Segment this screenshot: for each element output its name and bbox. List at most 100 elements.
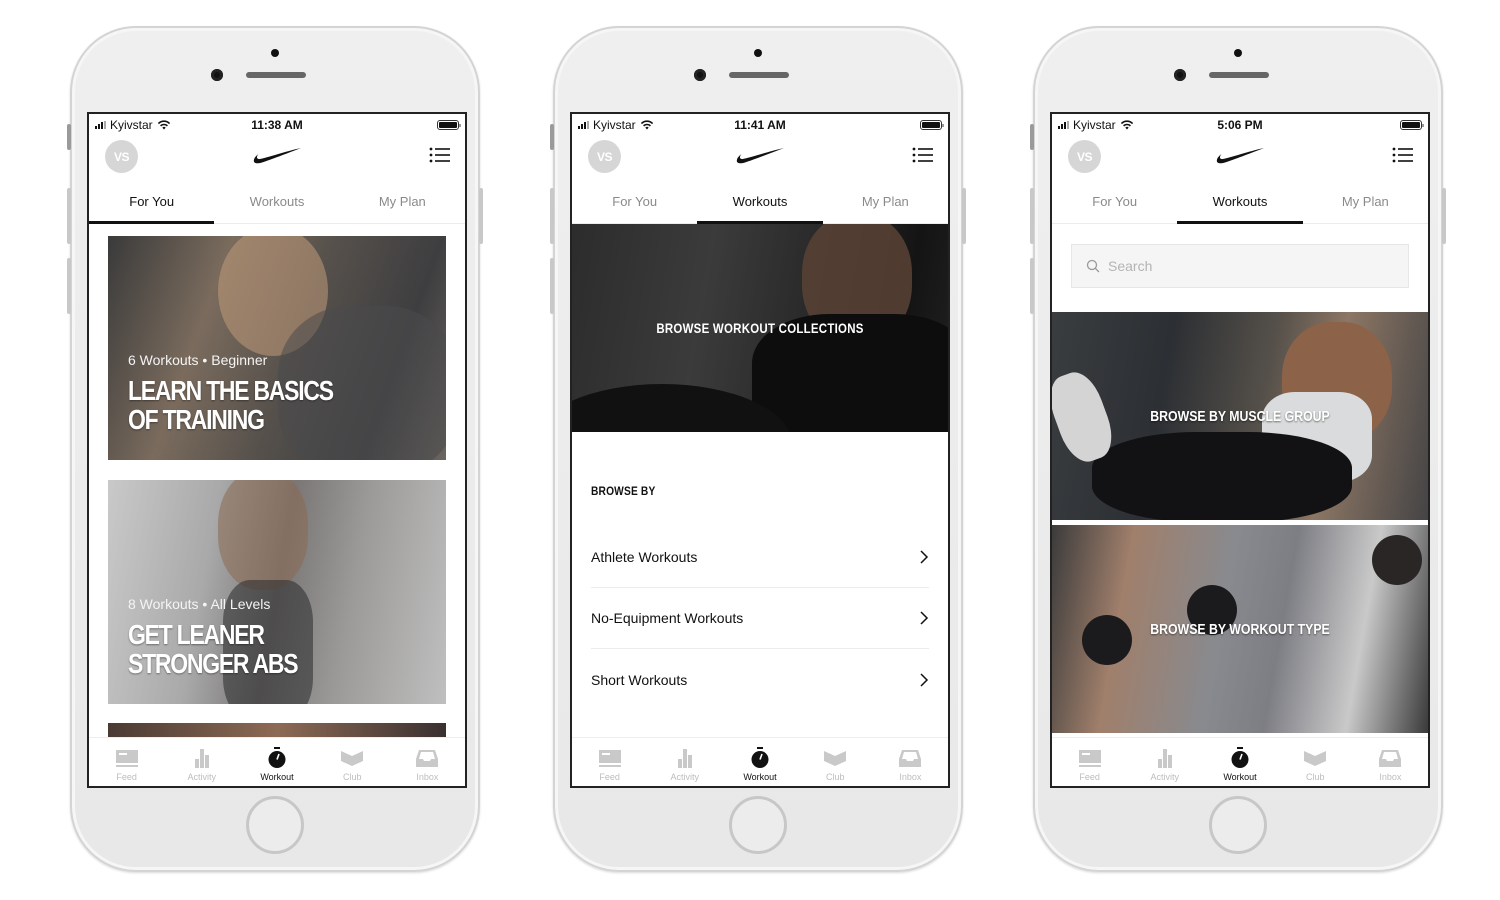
banner-label: BROWSE BY MUSCLE GROUP: [1150, 408, 1330, 425]
program-card[interactable]: 8 Workouts • All Levels GET LEANER STRON…: [108, 480, 446, 704]
tabbar-label: Inbox: [416, 772, 439, 782]
tabbar-label: Club: [342, 772, 362, 782]
tab-workouts[interactable]: Workouts: [697, 182, 823, 224]
top-tabs: For You Workouts My Plan: [572, 182, 948, 224]
card-photo: [218, 480, 308, 590]
program-card[interactable]: [108, 723, 446, 737]
feed-icon: [1078, 750, 1101, 767]
bottom-tab-bar: Feed Activity Workout Club Inbox: [572, 737, 948, 786]
tab-for-you[interactable]: For You: [89, 182, 215, 224]
search-section: [1052, 224, 1428, 312]
tabbar-inbox[interactable]: Inbox: [1353, 738, 1428, 786]
tabbar-inbox[interactable]: Inbox: [873, 738, 948, 786]
browse-by-workout-type-banner[interactable]: BROWSE BY WORKOUT TYPE: [1052, 525, 1428, 733]
for-you-feed: 6 Workouts • Beginner LEARN THE BASICS O…: [89, 224, 465, 737]
tabbar-feed[interactable]: Feed: [572, 738, 647, 786]
list-item-short-workouts[interactable]: Short Workouts: [591, 649, 929, 710]
nike-swoosh-icon: [253, 148, 301, 164]
stopwatch-icon: [1231, 747, 1249, 768]
tabbar-label: Activity: [187, 772, 217, 782]
tabbar-feed[interactable]: Feed: [1052, 738, 1127, 786]
tabbar-activity[interactable]: Activity: [1127, 738, 1202, 786]
tabbar-workout[interactable]: Workout: [239, 738, 314, 786]
bottom-tab-bar: Feed Activity Workout Club Inbox: [1052, 737, 1428, 786]
list-item-label: Athlete Workouts: [591, 549, 698, 565]
list-item-label: Short Workouts: [591, 671, 688, 688]
tabbar-label: Activity: [1150, 772, 1180, 782]
wifi-icon: [640, 120, 653, 130]
tabbar-label: Club: [1305, 772, 1325, 782]
phone-frame-2: Kyivstar 11:41 AM VS For You Workouts My…: [550, 26, 966, 872]
avatar[interactable]: VS: [1068, 140, 1101, 173]
status-bar: Kyivstar 11:38 AM: [89, 114, 465, 136]
tab-for-you[interactable]: For You: [572, 182, 697, 223]
signal-icon: [1058, 121, 1069, 129]
phone-frame-3: Kyivstar 5:06 PM VS For You Workouts My …: [1030, 26, 1446, 872]
volume-up-button: [67, 188, 71, 244]
tabbar-club[interactable]: Club: [1278, 738, 1353, 786]
proximity-sensor: [271, 49, 279, 57]
feed-icon: [115, 750, 138, 767]
power-button: [962, 188, 966, 244]
front-camera: [694, 69, 706, 81]
tabbar-workout[interactable]: Workout: [722, 738, 797, 786]
list-item-no-equipment-workouts[interactable]: No-Equipment Workouts: [591, 588, 929, 649]
feed-icon: [598, 750, 621, 767]
activity-icon: [677, 749, 692, 768]
tabbar-label: Workout: [1223, 772, 1257, 782]
inbox-icon: [416, 750, 439, 767]
phone-frame-1: Kyivstar 11:38 AM VS For You Workouts My…: [67, 26, 483, 872]
volume-down-button: [67, 258, 71, 314]
tabbar-club[interactable]: Club: [315, 738, 390, 786]
power-button: [479, 188, 483, 244]
nike-swoosh-icon: [1216, 148, 1264, 164]
club-icon: [341, 751, 364, 766]
list-item-athlete-workouts[interactable]: Athlete Workouts: [591, 527, 929, 588]
workouts-browse: BROWSE WORKOUT COLLECTIONS BROWSE BY Ath…: [572, 224, 948, 737]
list-menu-icon[interactable]: [912, 146, 934, 164]
card-title-line: STRONGER ABS: [128, 648, 299, 679]
nike-swoosh-icon: [736, 148, 784, 164]
chevron-right-icon: [920, 611, 929, 625]
earpiece-speaker: [729, 72, 789, 78]
tab-workouts[interactable]: Workouts: [1177, 182, 1303, 224]
home-button: [729, 796, 787, 854]
program-card[interactable]: 6 Workouts • Beginner LEARN THE BASICS O…: [108, 236, 446, 460]
chevron-right-icon: [920, 672, 929, 687]
tab-my-plan[interactable]: My Plan: [823, 182, 948, 223]
signal-icon: [95, 121, 106, 129]
tabbar-label: Inbox: [899, 772, 922, 782]
list-menu-icon[interactable]: [1392, 146, 1414, 164]
volume-up-button: [1030, 188, 1034, 244]
hero-label: BROWSE WORKOUT COLLECTIONS: [656, 320, 864, 336]
tab-for-you[interactable]: For You: [1052, 182, 1177, 223]
tab-my-plan[interactable]: My Plan: [1303, 182, 1428, 223]
search-box[interactable]: [1071, 244, 1409, 288]
tabbar-workout[interactable]: Workout: [1202, 738, 1277, 786]
browse-by-list: Athlete Workouts No-Equipment Workouts S…: [591, 527, 929, 710]
carrier-name: Kyivstar: [110, 118, 153, 132]
tab-my-plan[interactable]: My Plan: [340, 182, 465, 223]
search-input[interactable]: [1108, 258, 1368, 274]
tabbar-club[interactable]: Club: [798, 738, 873, 786]
workout-collections-banner[interactable]: BROWSE WORKOUT COLLECTIONS: [572, 224, 948, 432]
tabbar-feed[interactable]: Feed: [89, 738, 164, 786]
volume-up-button: [550, 188, 554, 244]
inbox-icon: [1379, 750, 1402, 767]
front-camera: [211, 69, 223, 81]
tabbar-activity[interactable]: Activity: [647, 738, 722, 786]
clock: 5:06 PM: [1217, 118, 1263, 132]
tab-workouts[interactable]: Workouts: [214, 182, 339, 223]
signal-icon: [578, 121, 589, 129]
card-meta: 6 Workouts • Beginner: [128, 352, 268, 368]
avatar[interactable]: VS: [105, 140, 138, 173]
earpiece-speaker: [246, 72, 306, 78]
avatar[interactable]: VS: [588, 140, 621, 173]
mute-switch: [1030, 124, 1034, 150]
browse-by-muscle-group-banner[interactable]: BROWSE BY MUSCLE GROUP: [1052, 312, 1428, 520]
tabbar-activity[interactable]: Activity: [164, 738, 239, 786]
banner-photo-shape: [1372, 535, 1422, 585]
list-menu-icon[interactable]: [429, 146, 451, 164]
app-header: VS: [1052, 136, 1428, 182]
tabbar-inbox[interactable]: Inbox: [390, 738, 465, 786]
